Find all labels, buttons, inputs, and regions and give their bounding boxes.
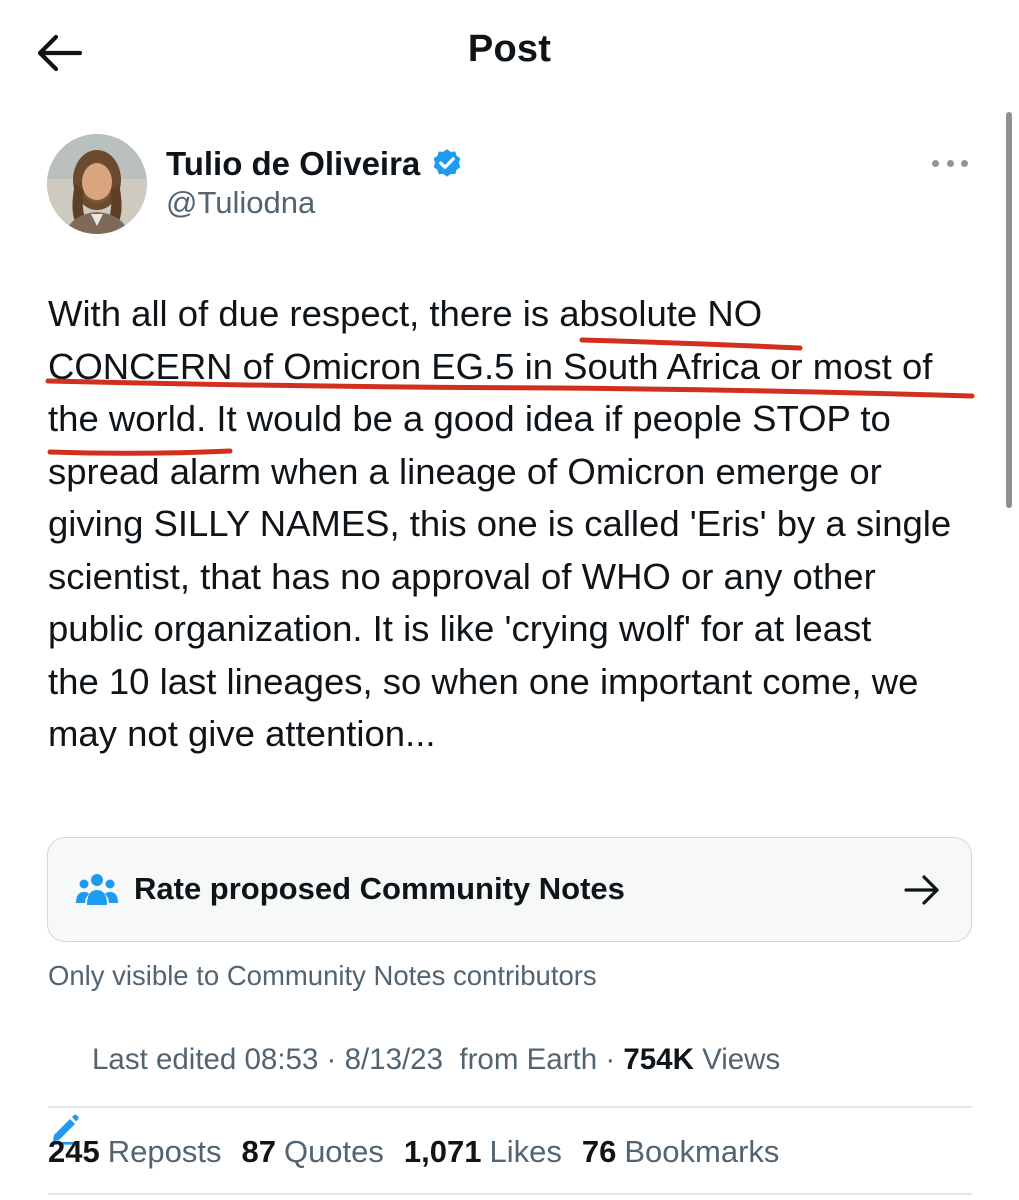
community-notes-label[interactable]: Rate proposed Community Notes: [134, 871, 625, 907]
avatar[interactable]: [47, 134, 147, 234]
author-handle[interactable]: @Tuliodna: [166, 185, 315, 221]
engagement-stats: 245 Reposts 87 Quotes 1,071 Likes 76 Boo…: [48, 1132, 799, 1172]
more-dots-icon: [961, 159, 968, 167]
tweet-line: spread alarm when a lineage of Omicron e…: [48, 450, 882, 492]
tweet-line: scientist, that has no approval of WHO o…: [48, 555, 876, 597]
last-edited-link[interactable]: Last edited 08:53 · 8/13/23: [92, 1043, 443, 1077]
reposts-count: 245: [48, 1134, 100, 1169]
stat-reposts[interactable]: 245 Reposts: [48, 1134, 221, 1170]
divider: [48, 1106, 972, 1108]
arrow-right-icon[interactable]: [903, 874, 941, 906]
author-name[interactable]: Tulio de Oliveira: [166, 145, 420, 183]
bookmarks-count: 76: [581, 1134, 617, 1169]
likes-count: 1,071: [403, 1134, 482, 1169]
meta-separator: ·: [597, 1043, 624, 1076]
pencil-icon[interactable]: [48, 1043, 82, 1145]
scrollbar[interactable]: [1006, 112, 1012, 508]
reposts-label: Reposts: [107, 1134, 222, 1169]
tweet-line: the world. It would be a good idea if pe…: [48, 398, 891, 439]
likes-label: Likes: [489, 1134, 562, 1169]
verified-badge-icon[interactable]: [430, 147, 464, 181]
community-notes-visibility-text: Only visible to Community Notes contribu…: [48, 960, 597, 991]
people-group-icon: [76, 872, 118, 908]
views-label: Views: [693, 1043, 781, 1076]
quotes-label: Quotes: [283, 1134, 384, 1169]
post-meta: Last edited 08:53 · 8/13/23 from Earth ·…: [48, 1040, 781, 1145]
stat-likes[interactable]: 1,071 Likes: [404, 1134, 562, 1170]
more-dots-icon: [932, 159, 939, 167]
tweet-line: public organization. It is like 'crying …: [48, 608, 872, 649]
tweet-line: may not give attention...: [48, 713, 436, 754]
post-source: from Earth: [459, 1043, 598, 1076]
tweet-line: With all of due respect, there is absolu…: [48, 293, 763, 334]
more-dots-icon: [946, 159, 954, 167]
avatar-photo: [47, 134, 147, 234]
quotes-count: 87: [241, 1134, 276, 1169]
tweet-line: CONCERN of Omicron EG.5 in South Africa …: [48, 345, 933, 387]
tweet-text: With all of due respect, there is absolu…: [48, 288, 983, 761]
bookmarks-label: Bookmarks: [624, 1134, 780, 1169]
author-name-row[interactable]: Tulio de Oliveira: [166, 143, 464, 185]
page-title: Post: [467, 28, 552, 70]
more-options-button[interactable]: [928, 148, 972, 178]
tweet-line: giving SILLY NAMES, this one is called '…: [48, 503, 952, 544]
rate-community-notes-button[interactable]: Rate proposed Community Notes: [47, 837, 972, 942]
divider: [48, 1193, 972, 1195]
post-header: Post: [0, 0, 1019, 105]
views-count: 754K: [623, 1043, 694, 1076]
stat-bookmarks[interactable]: 76 Bookmarks: [582, 1134, 780, 1170]
stat-quotes[interactable]: 87 Quotes: [241, 1134, 383, 1170]
tweet-line: the 10 last lineages, so when one import…: [48, 660, 919, 702]
